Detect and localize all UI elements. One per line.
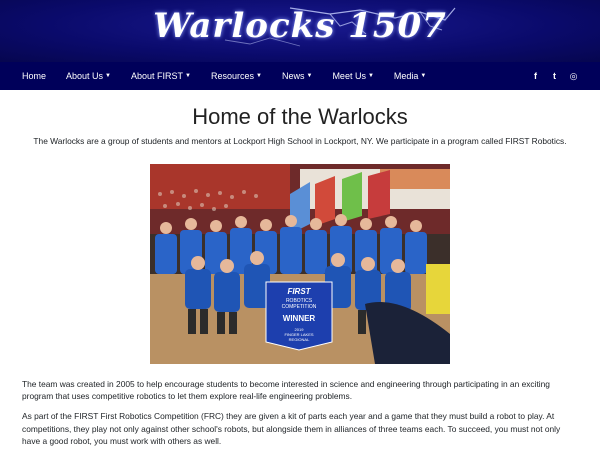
about-paragraph-2: As part of the FIRST First Robotics Comp… [22, 411, 561, 446]
page-title: Home of the Warlocks [192, 104, 408, 129]
twitter-icon[interactable]: t [550, 71, 559, 81]
caret-down-icon: ▼ [420, 73, 427, 79]
site-banner: Warlocks 1507 [0, 0, 600, 62]
banner-regional-text: REGIONAL [289, 337, 310, 342]
facebook-icon[interactable]: f [531, 71, 540, 81]
nav-meet-us[interactable]: Meet Us ▼ [332, 71, 373, 81]
caret-down-icon: ▼ [256, 73, 262, 79]
main-content: Home of the Warlocks The Warlocks are a … [0, 104, 600, 447]
intro-text: The Warlocks are a group of students and… [33, 136, 567, 146]
winner-banner: FIRST ROBOTICS COMPETITION WINNER 2019 F… [265, 281, 333, 351]
nav-about-first[interactable]: About FIRST ▼ [131, 71, 191, 81]
nav-home-label: Home [22, 71, 47, 81]
caret-down-icon: ▼ [367, 73, 374, 79]
nav-about-us[interactable]: About Us ▼ [66, 71, 111, 81]
instagram-icon[interactable]: ◎ [569, 71, 578, 82]
nav-resources-label: Resources [210, 71, 255, 81]
nav-meet-us-label: Meet Us [332, 71, 366, 81]
nav-media-label: Media [393, 71, 419, 81]
team-photo: FIRST ROBOTICS COMPETITION WINNER 2019 F… [150, 164, 450, 364]
nav-about-us-label: About Us [66, 71, 104, 81]
about-paragraph-1: The team was created in 2005 to help enc… [22, 379, 550, 402]
caret-down-icon: ▼ [105, 73, 111, 79]
banner-winner-text: WINNER [283, 314, 316, 323]
nav-media[interactable]: Media ▼ [394, 71, 426, 81]
caret-down-icon: ▼ [185, 73, 191, 79]
banner-first-text: FIRST [287, 287, 311, 296]
nav-about-first-label: About FIRST [131, 71, 184, 81]
nav-news[interactable]: News ▼ [282, 71, 312, 81]
social-links: f t ◎ [531, 71, 578, 82]
site-logo[interactable]: Warlocks 1507 [0, 6, 600, 46]
nav-home[interactable]: Home [22, 71, 46, 81]
nav-news-label: News [281, 71, 305, 81]
nav-resources[interactable]: Resources ▼ [211, 71, 262, 81]
main-navbar: Home About Us ▼ About FIRST ▼ Resources ▼ N… [0, 62, 600, 90]
team-photo-container: FIRST ROBOTICS COMPETITION WINNER 2019 F… [22, 164, 578, 364]
caret-down-icon: ▼ [306, 73, 313, 79]
banner-competition-text: COMPETITION [282, 304, 317, 310]
